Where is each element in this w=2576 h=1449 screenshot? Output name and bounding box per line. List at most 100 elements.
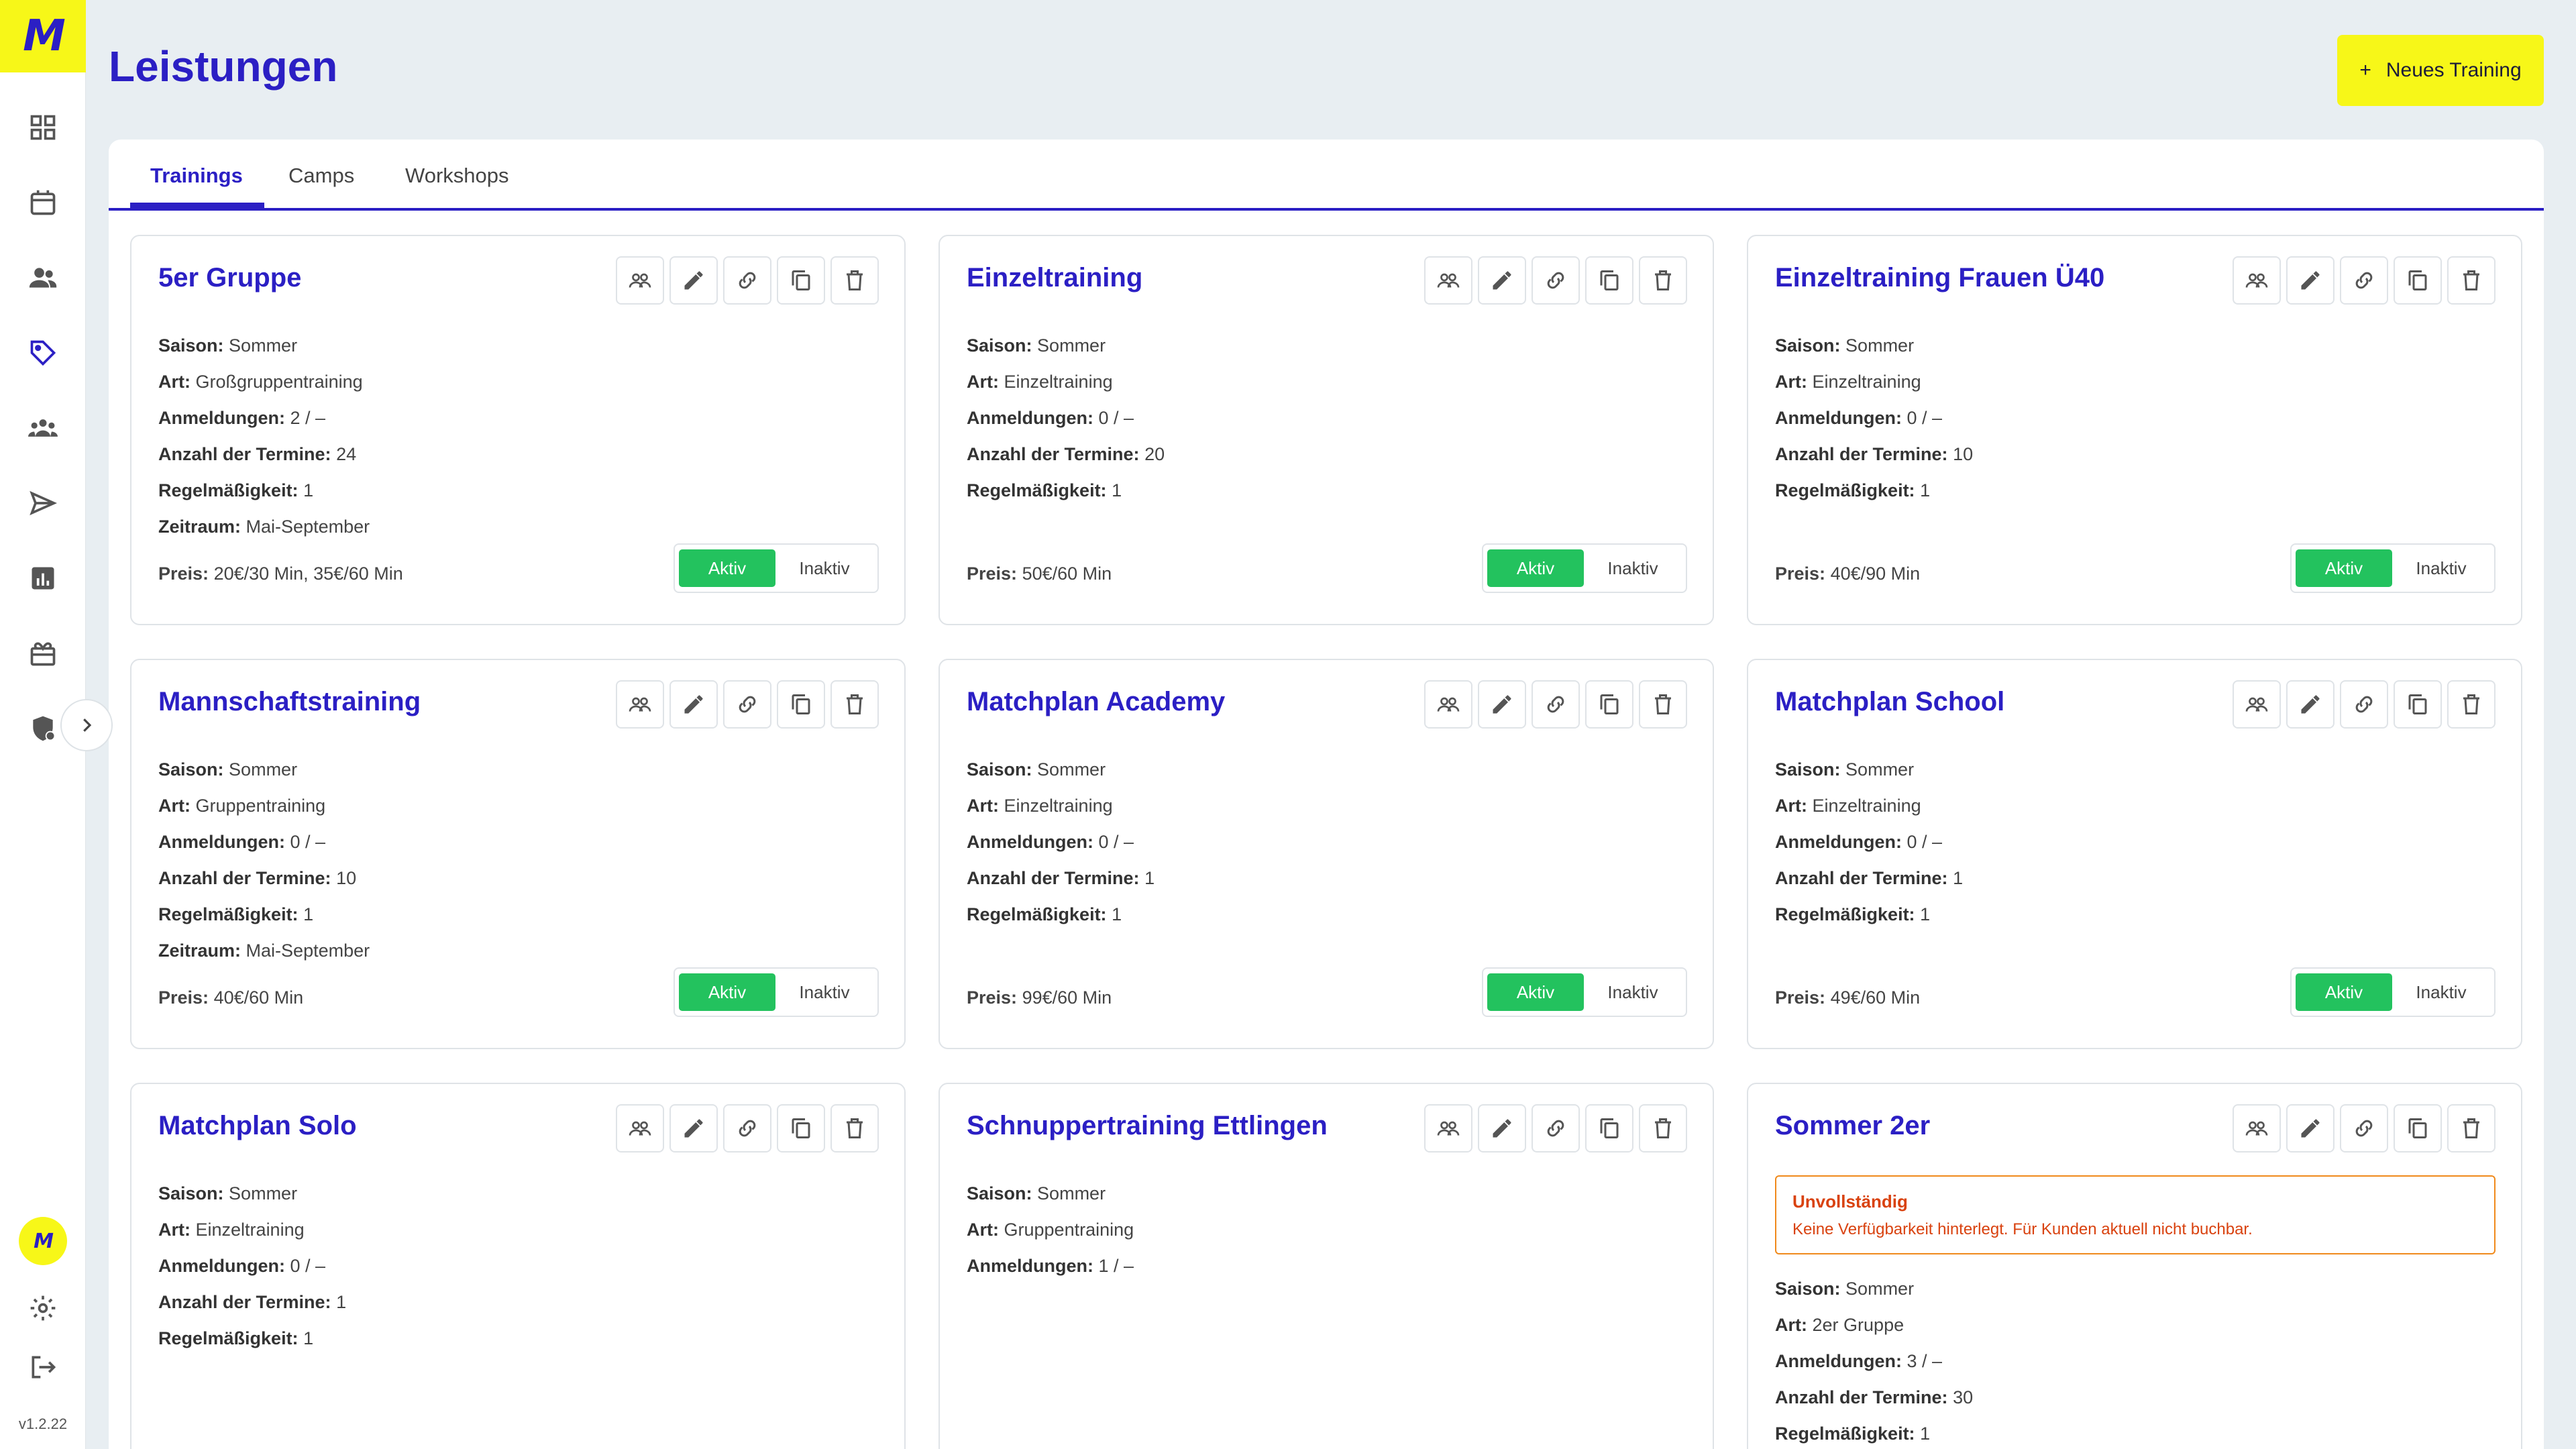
edit-button[interactable] (669, 1104, 718, 1152)
copy-button[interactable] (777, 1104, 825, 1152)
edit-button[interactable] (2286, 1104, 2334, 1152)
trash-button[interactable] (1639, 256, 1687, 305)
calendar-icon[interactable] (25, 185, 60, 220)
participants-button[interactable] (2233, 1104, 2281, 1152)
app-logo[interactable]: M (0, 0, 86, 72)
trash-button[interactable] (2447, 680, 2496, 729)
copy-button[interactable] (1585, 256, 1633, 305)
field-value: Einzeltraining (1812, 796, 1921, 816)
trash-button[interactable] (830, 680, 879, 729)
field-saison: Saison: Sommer (158, 751, 370, 788)
warning-text: Keine Verfügbarkeit hinterlegt. Für Kund… (1792, 1220, 2253, 1238)
field-label: Anzahl der Termine: (1775, 444, 1948, 464)
edit-button[interactable] (1478, 1104, 1526, 1152)
aktiv-option[interactable]: Aktiv (1487, 549, 1584, 587)
trash-button[interactable] (2447, 256, 2496, 305)
link-button[interactable] (723, 1104, 771, 1152)
gear-icon[interactable] (25, 1291, 60, 1326)
aktiv-option[interactable]: Aktiv (2296, 549, 2392, 587)
participants-button[interactable] (616, 680, 664, 729)
participants-button[interactable] (1424, 680, 1472, 729)
card-fields: Saison: Sommer Art: 2er Gruppe Anmeldungen… (1775, 1271, 1973, 1449)
field-preis: Preis: 20€/30 Min, 35€/60 Min (158, 564, 403, 584)
link-button[interactable] (723, 680, 771, 729)
bar-chart-icon[interactable] (25, 561, 60, 596)
copy-button[interactable] (777, 256, 825, 305)
copy-button[interactable] (2394, 256, 2442, 305)
field-art: Art: Einzeltraining (967, 788, 1155, 824)
field-saison: Saison: Sommer (158, 327, 370, 364)
field-label: Saison: (158, 759, 224, 780)
participants-button[interactable] (2233, 256, 2281, 305)
aktiv-option[interactable]: Aktiv (679, 973, 775, 1011)
inaktiv-option[interactable]: Inaktiv (775, 558, 873, 579)
field-label: Anzahl der Termine: (967, 444, 1140, 464)
edit-button[interactable] (1478, 256, 1526, 305)
inaktiv-option[interactable]: Inaktiv (2392, 558, 2490, 579)
field-label: Art: (1775, 796, 1807, 816)
participants-button[interactable] (616, 256, 664, 305)
link-button[interactable] (1532, 256, 1580, 305)
copy-button[interactable] (777, 680, 825, 729)
trash-button[interactable] (2447, 1104, 2496, 1152)
link-button[interactable] (2340, 256, 2388, 305)
copy-button[interactable] (1585, 1104, 1633, 1152)
link-button[interactable] (723, 256, 771, 305)
inaktiv-option[interactable]: Inaktiv (775, 982, 873, 1003)
aktiv-option[interactable]: Aktiv (679, 549, 775, 587)
training-card: Schnuppertraining Ettlingen Saison: Somme… (938, 1083, 1714, 1449)
aktiv-option[interactable]: Aktiv (2296, 973, 2392, 1011)
shield-icon[interactable] (25, 711, 60, 746)
link-button[interactable] (1532, 680, 1580, 729)
gift-icon[interactable] (25, 636, 60, 671)
link-button[interactable] (2340, 680, 2388, 729)
edit-button[interactable] (1478, 680, 1526, 729)
send-icon[interactable] (25, 486, 60, 521)
field-label: Saison: (967, 335, 1032, 356)
inaktiv-option[interactable]: Inaktiv (2392, 982, 2490, 1003)
participants-button[interactable] (1424, 256, 1472, 305)
tag-icon[interactable] (25, 335, 60, 370)
edit-button[interactable] (669, 256, 718, 305)
link-button[interactable] (1532, 1104, 1580, 1152)
trash-button[interactable] (830, 1104, 879, 1152)
people-icon[interactable] (25, 260, 60, 295)
aktiv-option[interactable]: Aktiv (1487, 973, 1584, 1011)
field-label: Art: (158, 796, 191, 816)
logout-icon[interactable] (25, 1350, 60, 1385)
copy-icon (2406, 692, 2430, 716)
link-button[interactable] (2340, 1104, 2388, 1152)
participants-button[interactable] (1424, 1104, 1472, 1152)
link-icon (2352, 268, 2376, 292)
tab-trainings[interactable]: Trainings (150, 164, 243, 188)
trash-button[interactable] (1639, 1104, 1687, 1152)
edit-button[interactable] (2286, 256, 2334, 305)
inaktiv-option[interactable]: Inaktiv (1584, 982, 1682, 1003)
field-zeitraum: Zeitraum: Mai-September (158, 932, 370, 969)
new-training-button[interactable]: + Neues Training (2337, 35, 2544, 106)
card-fields: Saison: Sommer Art: Gruppentraining Anmeld… (158, 751, 370, 969)
sidebar-expand-button[interactable] (60, 699, 113, 751)
link-icon (735, 692, 759, 716)
participants-button[interactable] (2233, 680, 2281, 729)
tab-camps[interactable]: Camps (288, 164, 354, 188)
training-card: Matchplan Academy Saison: Sommer Art: Einz… (938, 659, 1714, 1049)
field-zeitraum: Zeitraum: Mai-September (158, 508, 370, 545)
copy-button[interactable] (2394, 1104, 2442, 1152)
tab-workshops[interactable]: Workshops (405, 164, 509, 188)
edit-button[interactable] (669, 680, 718, 729)
copy-button[interactable] (2394, 680, 2442, 729)
card-title: Matchplan School (1775, 687, 2005, 716)
trash-button[interactable] (830, 256, 879, 305)
inaktiv-option[interactable]: Inaktiv (1584, 558, 1682, 579)
participants-icon (628, 1116, 652, 1140)
dashboard-icon[interactable] (25, 110, 60, 145)
copy-button[interactable] (1585, 680, 1633, 729)
groups-icon[interactable] (25, 411, 60, 445)
participants-button[interactable] (616, 1104, 664, 1152)
field-value: 1 (303, 1328, 314, 1348)
avatar[interactable]: M (19, 1217, 67, 1265)
trash-button[interactable] (1639, 680, 1687, 729)
edit-button[interactable] (2286, 680, 2334, 729)
field-label: Preis: (967, 564, 1018, 584)
